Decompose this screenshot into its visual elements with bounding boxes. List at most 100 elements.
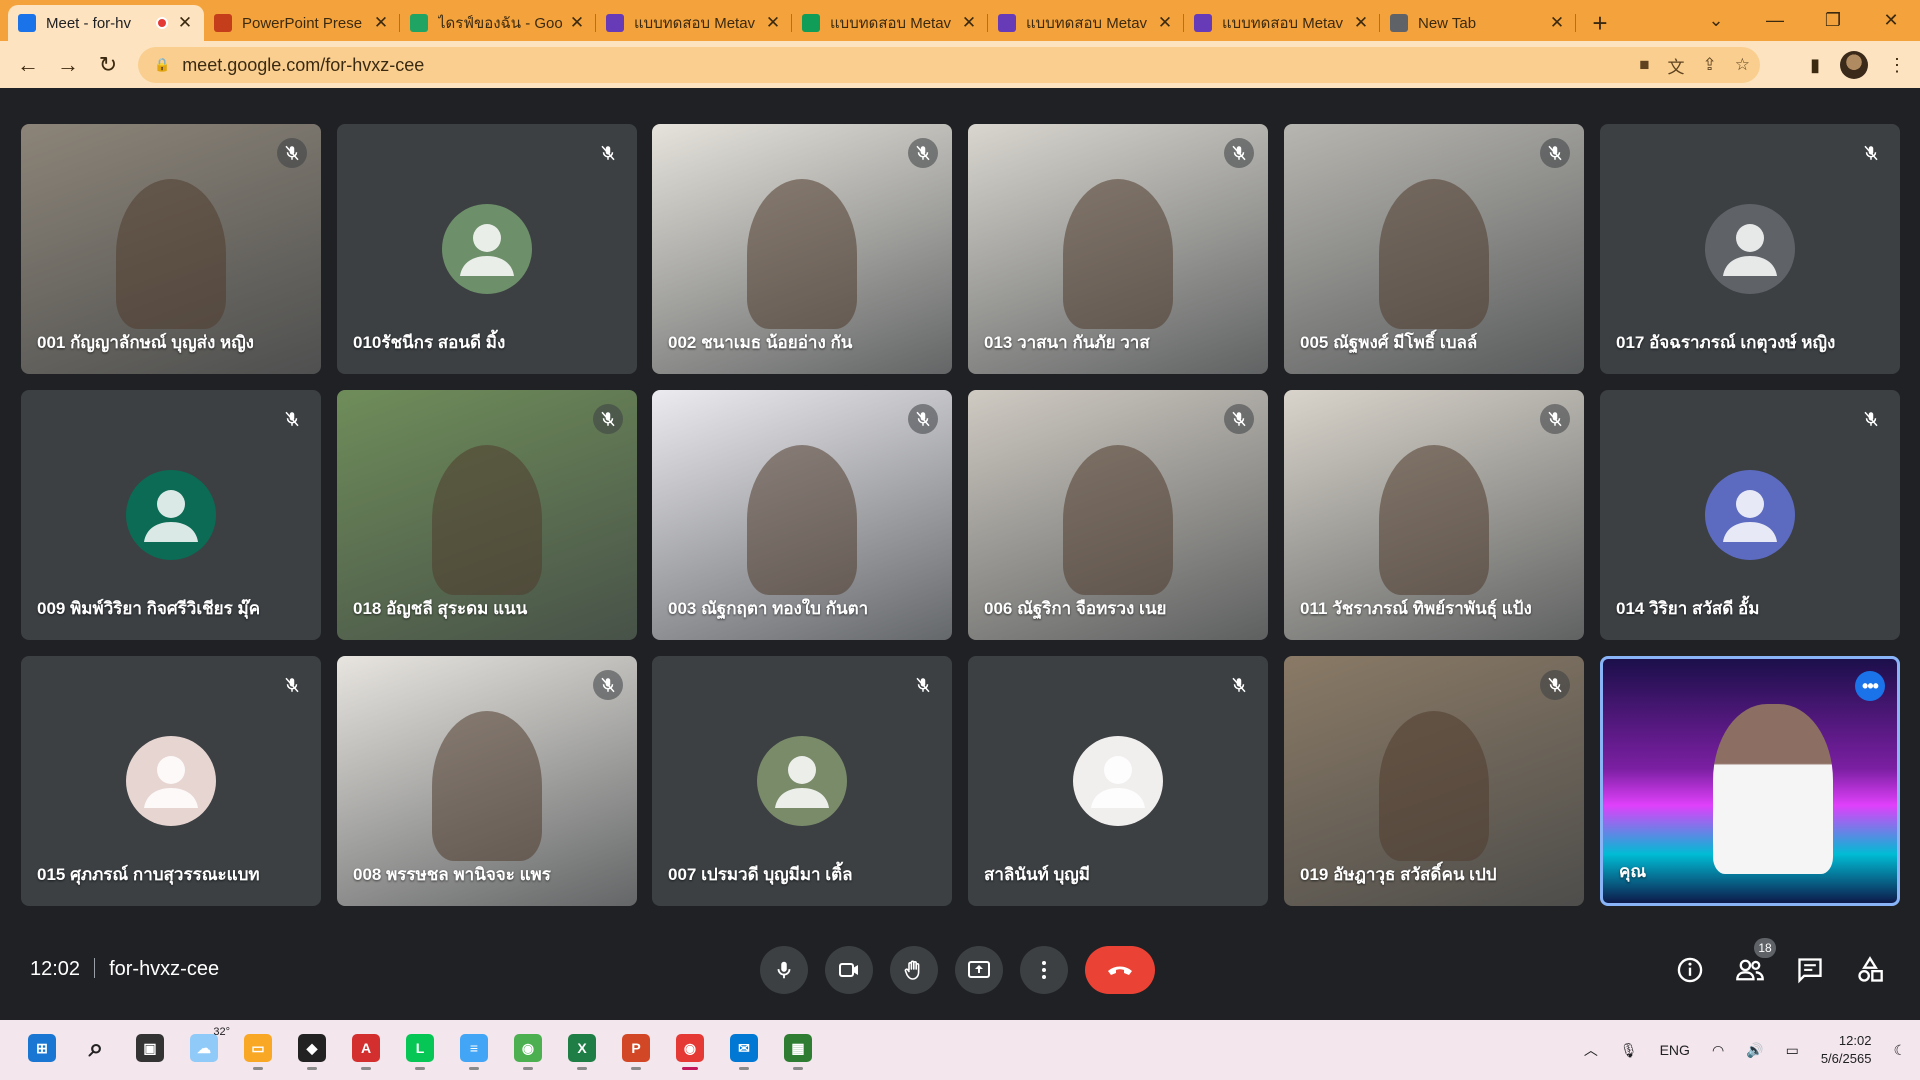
participant-tile[interactable]: 019 อัษฎาวุธ สวัสดิ์คน เปป: [1284, 656, 1584, 906]
taskbar-app[interactable]: X: [562, 1026, 602, 1070]
taskbar-app[interactable]: ✉: [724, 1026, 764, 1070]
participant-grid: 001 กัญญาลักษณ์ บุญส่ง หญิง 010รัชนีกร สอ…: [21, 124, 1900, 908]
back-button[interactable]: ←: [8, 45, 48, 85]
browser-tab[interactable]: PowerPoint Prese ✕: [204, 5, 400, 41]
participant-tile[interactable]: 014 วิริยา สวัสดี อั้ม: [1600, 390, 1900, 640]
browser-tab[interactable]: New Tab ✕: [1380, 5, 1576, 41]
notification-icon[interactable]: ☾: [1893, 1042, 1906, 1059]
present-screen-button[interactable]: [955, 946, 1003, 994]
browser-menu-icon[interactable]: ⋮: [1888, 55, 1906, 76]
close-tab-icon[interactable]: ✕: [176, 13, 194, 33]
taskbar-time: 12:02: [1838, 1033, 1872, 1048]
taskbar-app[interactable]: ⌕: [76, 1026, 116, 1070]
translate-icon[interactable]: 文: [1668, 53, 1685, 78]
taskbar-app[interactable]: ▭: [238, 1026, 278, 1070]
video-feed: [116, 179, 226, 329]
info-icon: [1677, 957, 1703, 983]
participant-tile[interactable]: 011 วัชราภรณ์ ทิพย์ราพันธุ์ แป้ง: [1284, 390, 1584, 640]
self-video-tile[interactable]: ••• คุณ: [1600, 656, 1900, 906]
close-tab-icon[interactable]: ✕: [372, 13, 390, 33]
bookmark-star-icon[interactable]: ☆: [1735, 55, 1750, 75]
participant-tile[interactable]: 001 กัญญาลักษณ์ บุญส่ง หญิง: [21, 124, 321, 374]
tab-title: แบบทดสอบ Metav: [634, 15, 756, 32]
volume-icon[interactable]: 🔊: [1746, 1042, 1763, 1059]
browser-tab[interactable]: Meet - for-hv ✕: [8, 5, 204, 41]
participant-tile[interactable]: 018 อัญชลี สุระดม แนน: [337, 390, 637, 640]
participant-tile[interactable]: 003 ณัฐกฤตา ทองใบ กันตา: [652, 390, 952, 640]
side-panel-icon[interactable]: ▮: [1810, 55, 1820, 76]
microphone-tray-icon[interactable]: 🎙: [1620, 1042, 1638, 1059]
profile-avatar[interactable]: [1840, 51, 1868, 79]
forward-button[interactable]: →: [48, 45, 88, 85]
tab-search-chevron-icon[interactable]: ⌄: [1686, 0, 1746, 41]
taskbar-app[interactable]: ▦: [778, 1026, 818, 1070]
browser-tab[interactable]: แบบทดสอบ Metav ✕: [988, 5, 1184, 41]
meeting-details-button[interactable]: [1670, 946, 1710, 994]
lock-icon[interactable]: 🔒: [154, 57, 170, 73]
browser-tab[interactable]: แบบทดสอบ Metav ✕: [596, 5, 792, 41]
taskbar-app[interactable]: A: [346, 1026, 386, 1070]
share-icon[interactable]: ⇪: [1703, 55, 1717, 75]
leave-call-button[interactable]: [1085, 946, 1155, 994]
camera-in-use-icon[interactable]: ■: [1639, 55, 1649, 75]
running-indicator: [631, 1067, 641, 1070]
taskbar-app[interactable]: L: [400, 1026, 440, 1070]
participant-tile[interactable]: 010รัชนีกร สอนดี มิ้ง: [337, 124, 637, 374]
tab-title: แบบทดสอบ Metav: [1222, 15, 1344, 32]
mic-muted-icon: [1224, 404, 1254, 434]
participant-name: สาลินันท์ บุญมี: [984, 865, 1090, 884]
show-hidden-icons-chevron-icon[interactable]: ︿: [1584, 1040, 1598, 1060]
language-indicator[interactable]: ENG: [1660, 1042, 1690, 1058]
chat-icon: [1798, 958, 1822, 984]
taskbar-app[interactable]: ◆: [292, 1026, 332, 1070]
chrome-icon: [1390, 14, 1408, 32]
new-tab-button[interactable]: +: [1582, 5, 1618, 41]
participant-tile[interactable]: 007 เปรมวดี บุญมีมา เติ้ล: [652, 656, 952, 906]
camera-button[interactable]: [825, 946, 873, 994]
participant-name: 017 อัจฉราภรณ์ เกตุวงษ์ หญิง: [1616, 333, 1836, 352]
more-options-button[interactable]: [1020, 946, 1068, 994]
window-controls: ⌄ — ❐ ✕: [1686, 0, 1920, 41]
participant-tile[interactable]: 015 ศุภภรณ์ กาบสุวรรณะแบท: [21, 656, 321, 906]
clock-date[interactable]: 12:02 5/6/2565: [1821, 1032, 1872, 1068]
chat-button[interactable]: [1790, 946, 1830, 994]
close-tab-icon[interactable]: ✕: [764, 13, 782, 33]
activities-button[interactable]: [1850, 946, 1890, 994]
participant-avatar: [126, 736, 216, 826]
participant-tile[interactable]: 013 วาสนา กันภัย วาส: [968, 124, 1268, 374]
close-window-button[interactable]: ✕: [1862, 0, 1920, 41]
participant-tile[interactable]: 005 ณัฐพงศ์ มีโพธิ์ เบลล์: [1284, 124, 1584, 374]
taskbar-app[interactable]: ≡: [454, 1026, 494, 1070]
battery-icon[interactable]: ▭: [1786, 1042, 1799, 1059]
wifi-icon[interactable]: ◠: [1712, 1042, 1724, 1059]
participant-tile[interactable]: สาลินันท์ บุญมี: [968, 656, 1268, 906]
microphone-button[interactable]: [760, 946, 808, 994]
browser-tab[interactable]: แบบทดสอบ Metav ✕: [792, 5, 988, 41]
reload-button[interactable]: ↻: [88, 45, 128, 85]
participant-tile[interactable]: 017 อัจฉราภรณ์ เกตุวงษ์ หญิง: [1600, 124, 1900, 374]
close-tab-icon[interactable]: ✕: [1352, 13, 1370, 33]
taskbar-app[interactable]: ⊞: [22, 1026, 62, 1070]
taskbar-app[interactable]: ▣: [130, 1026, 170, 1070]
close-tab-icon[interactable]: ✕: [960, 13, 978, 33]
taskbar-app[interactable]: P: [616, 1026, 656, 1070]
participant-tile[interactable]: 008 พรรษชล พานิจจะ แพร: [337, 656, 637, 906]
participant-tile[interactable]: 009 พิมพ์วิริยา กิจศรีวิเชียร มุ๊ค: [21, 390, 321, 640]
close-tab-icon[interactable]: ✕: [568, 13, 586, 33]
close-tab-icon[interactable]: ✕: [1156, 13, 1174, 33]
people-button[interactable]: 18: [1730, 938, 1776, 994]
more-options-icon[interactable]: •••: [1855, 671, 1885, 701]
minimize-button[interactable]: —: [1746, 0, 1804, 41]
browser-tab[interactable]: แบบทดสอบ Metav ✕: [1184, 5, 1380, 41]
taskbar-app[interactable]: ◉: [508, 1026, 548, 1070]
browser-tab[interactable]: ไดรฟ์ของฉัน - Goo ✕: [400, 5, 596, 41]
participant-name: 013 วาสนา กันภัย วาส: [984, 333, 1150, 352]
taskbar-app[interactable]: ☁ 32°: [184, 1026, 230, 1070]
participant-tile[interactable]: 002 ชนาเมธ น้อยอ่าง กัน: [652, 124, 952, 374]
participant-tile[interactable]: 006 ณัฐริกา จือทรวง เนย: [968, 390, 1268, 640]
taskbar-app[interactable]: ◉: [670, 1026, 710, 1070]
close-tab-icon[interactable]: ✕: [1548, 13, 1566, 33]
maximize-button[interactable]: ❐: [1804, 0, 1862, 41]
address-bar[interactable]: 🔒 meet.google.com/for-hvxz-cee ■ 文 ⇪ ☆: [138, 47, 1760, 83]
raise-hand-button[interactable]: [890, 946, 938, 994]
